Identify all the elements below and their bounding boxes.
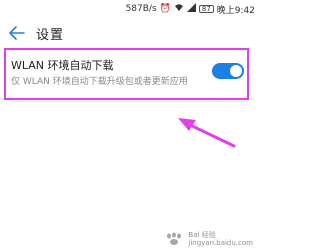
setting-title: WLAN 环境自动下载	[11, 59, 114, 72]
battery-icon: 87	[198, 5, 214, 13]
status-bar: 587B/s ⏰ 87 晚上9:42	[0, 0, 259, 18]
wlan-auto-download-toggle[interactable]	[212, 63, 244, 79]
baidu-paw-icon	[167, 232, 182, 245]
watermark-url: jingyan.baidu.com	[188, 239, 253, 247]
watermark-text-block: Bai 经验 jingyan.baidu.com	[188, 231, 253, 247]
alarm-icon: ⏰	[159, 3, 171, 14]
divider	[11, 101, 248, 102]
app-header: 设置	[0, 20, 259, 46]
signal-icon	[186, 3, 196, 15]
network-speed: 587B/s	[125, 4, 157, 14]
back-arrow-icon[interactable]	[7, 23, 27, 43]
watermark: Bai 经验 jingyan.baidu.com	[163, 231, 253, 247]
settings-screen: 587B/s ⏰ 87 晚上9:42 设置 WLAN 环境自动下载 仅 WLAN…	[0, 0, 259, 251]
wlan-auto-download-setting[interactable]: WLAN 环境自动下载 仅 WLAN 环境自动下载升级包或者更新应用	[0, 46, 259, 102]
clock: 晚上9:42	[216, 5, 255, 16]
wifi-icon	[174, 3, 184, 15]
watermark-brand: Bai 经验	[188, 231, 216, 239]
setting-subtitle: 仅 WLAN 环境自动下载升级包或者更新应用	[11, 77, 188, 87]
toggle-knob	[230, 65, 242, 77]
page-title: 设置	[36, 28, 65, 43]
